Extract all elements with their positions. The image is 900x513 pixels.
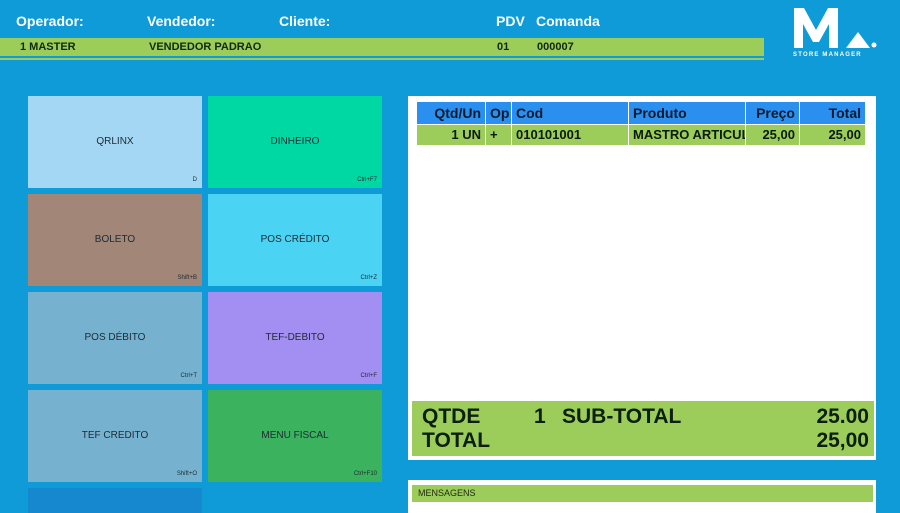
- pdv-value: 01: [497, 41, 510, 53]
- header-info-bar: [0, 38, 764, 56]
- vendedor-label: Vendedor:: [147, 13, 216, 29]
- total-value: 25,00: [816, 429, 869, 452]
- vendedor-value: VENDEDOR PADRAO: [149, 41, 262, 53]
- payment-button-pos-credito[interactable]: POS CRÉDITO Ctrl+Z: [208, 194, 382, 286]
- column-header-total: Total: [800, 102, 866, 124]
- pdv-label: PDV: [496, 13, 525, 29]
- comanda-value: 000007: [537, 41, 574, 53]
- payment-button-menu-fiscal[interactable]: MENU FISCAL Ctrl+F10: [208, 390, 382, 482]
- qtde-value: 1: [534, 405, 546, 428]
- column-header-op: Op: [486, 102, 512, 124]
- shortcut-hint: Ctrl+Z: [360, 275, 378, 281]
- shortcut-hint: Shift+B: [177, 275, 197, 281]
- table-cell-preco[interactable]: 25,00: [746, 125, 800, 145]
- column-header-preco: Preço: [746, 102, 800, 124]
- payment-button-qrlinx[interactable]: QRLINX D: [28, 96, 202, 188]
- totals-panel: QTDE 1 SUB-TOTAL 25.00 TOTAL 25,00: [412, 401, 874, 456]
- payment-button-boleto[interactable]: BOLETO Shift+B: [28, 194, 202, 286]
- table-cell-total[interactable]: 25,00: [800, 125, 866, 145]
- payment-button-partial[interactable]: [28, 488, 202, 513]
- payment-button-label: TEF-DEBITO: [265, 332, 325, 343]
- subtotal-label: SUB-TOTAL: [562, 405, 682, 428]
- column-header-cod: Cod: [512, 102, 629, 124]
- payment-button-tef-credito[interactable]: TEF CREDITO Shift+O: [28, 390, 202, 482]
- shortcut-hint: Ctrl+F: [360, 373, 378, 379]
- shortcut-hint: D: [192, 177, 197, 183]
- payment-button-label: TEF CREDITO: [81, 430, 149, 441]
- payment-button-label: BOLETO: [94, 234, 136, 245]
- qtde-label: QTDE: [422, 405, 481, 428]
- shortcut-hint: Ctrl+T: [180, 373, 198, 379]
- table-cell-qtd[interactable]: 1 UN: [417, 125, 486, 145]
- payment-button-label: MENU FISCAL: [261, 430, 329, 441]
- payment-button-label: QRLINX: [96, 136, 134, 147]
- shortcut-hint: Ctrl+F7: [357, 177, 377, 183]
- payment-button-tef-debito[interactable]: TEF-DEBITO Ctrl+F: [208, 292, 382, 384]
- payment-button-label: POS CRÉDITO: [260, 234, 330, 245]
- table-cell-produto[interactable]: MASTRO ARTICUL: [629, 125, 746, 145]
- payment-button-label: POS DÉBITO: [84, 332, 146, 343]
- payment-button-pos-debito[interactable]: POS DÉBITO Ctrl+T: [28, 292, 202, 384]
- payment-button-label: DINHEIRO: [270, 136, 320, 147]
- operador-value: 1 MASTER: [20, 41, 76, 53]
- shortcut-hint: Shift+O: [176, 471, 197, 477]
- messages-header: MENSAGENS: [412, 485, 873, 502]
- logo-subtitle: STORE MANAGER: [793, 52, 862, 58]
- table-cell-op[interactable]: +: [486, 125, 512, 145]
- comanda-label: Comanda: [536, 13, 600, 29]
- shortcut-hint: Ctrl+F10: [353, 471, 377, 477]
- payment-button-dinheiro[interactable]: DINHEIRO Ctrl+F7: [208, 96, 382, 188]
- table-cell-cod[interactable]: 010101001: [512, 125, 629, 145]
- column-header-produto: Produto: [629, 102, 746, 124]
- column-header-qtd: Qtd/Un: [417, 102, 486, 124]
- header-divider: [0, 58, 764, 60]
- cliente-label: Cliente:: [279, 13, 331, 29]
- operador-label: Operador:: [16, 13, 84, 29]
- total-label: TOTAL: [422, 429, 491, 452]
- subtotal-value: 25.00: [816, 405, 869, 428]
